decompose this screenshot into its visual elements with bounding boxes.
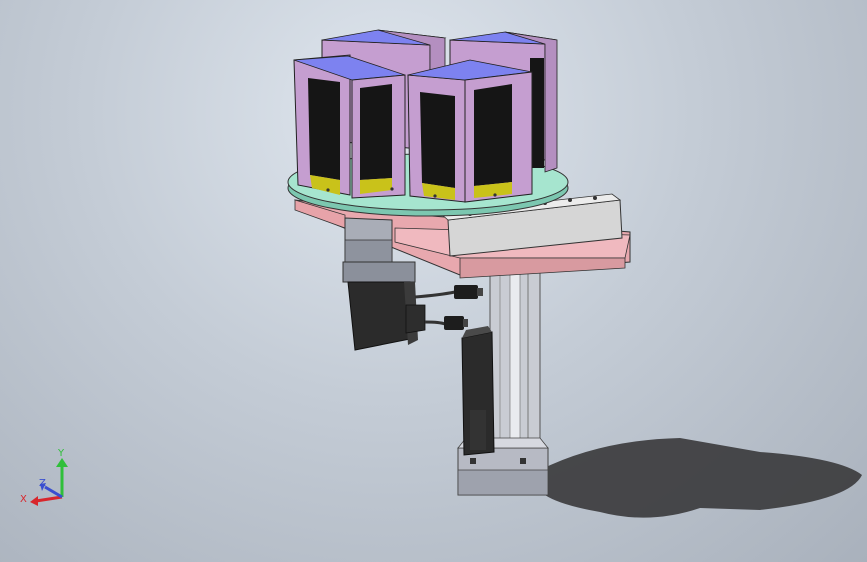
assembly-model[interactable]: Y Z X — [0, 0, 867, 562]
vertical-column[interactable] — [489, 264, 541, 446]
lift-motor[interactable] — [461, 326, 495, 456]
cassette-front-right[interactable] — [407, 59, 533, 203]
cad-viewport[interactable]: Y Z X — [0, 0, 867, 562]
z-axis-label: Z — [39, 478, 46, 489]
x-axis-arrow-icon — [30, 496, 38, 506]
cassette-front-left[interactable] — [293, 54, 406, 199]
y-axis-arrow-icon — [56, 458, 68, 467]
coordinate-triad: Y Z X — [20, 448, 68, 506]
y-axis-label: Y — [57, 448, 65, 459]
model-shadow — [540, 438, 862, 518]
x-axis-label: X — [20, 494, 27, 505]
x-axis-line — [35, 495, 63, 503]
z-axis-line — [44, 485, 63, 499]
